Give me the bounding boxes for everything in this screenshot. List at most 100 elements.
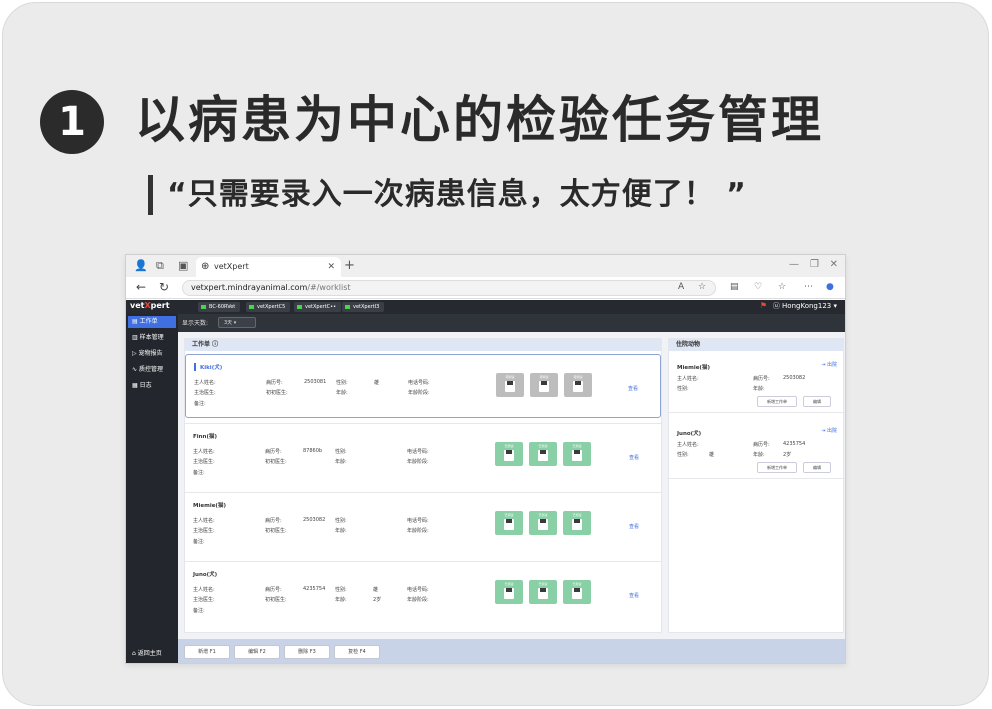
- sample-tube-card[interactable]: 已测试: [495, 580, 523, 604]
- age-stage-label: 年龄阶段:: [407, 597, 429, 603]
- inpatient-card[interactable]: Juno(犬) ⇥ 出院 主人姓名: 性别: 雄 病历号: 4235754 年龄: 2岁 新增工作…: [669, 421, 843, 479]
- vet-label: 主治医生:: [193, 528, 215, 534]
- device-tab-1[interactable]: vetXpertC5: [246, 302, 291, 312]
- sample-tube-card[interactable]: 待测试: [530, 373, 558, 397]
- device-tab-2[interactable]: vetXpertC••: [294, 302, 342, 312]
- main-area: 工作单 ⓘ Kiki(犬) 主人姓名: 主治医生: 备注: 病历号: 2503081 初初医…: [178, 332, 845, 639]
- sidebar-item-samples[interactable]: ▥ 样本管理: [128, 332, 176, 344]
- owner-label: 主人姓名:: [193, 518, 215, 524]
- age-label: 年龄:: [335, 597, 347, 603]
- age-value: 2岁: [373, 597, 382, 603]
- delete-button[interactable]: 删除 F3: [284, 645, 330, 659]
- add-button[interactable]: 新增 F1: [184, 645, 230, 659]
- record-value: 2503082: [303, 517, 326, 523]
- edit-inpatient-button[interactable]: 编辑: [803, 396, 831, 407]
- close-tab-icon[interactable]: ✕: [327, 257, 335, 277]
- note-label: 备注:: [193, 539, 205, 545]
- favorite-star-icon[interactable]: ☆: [698, 282, 706, 292]
- refresh-icon[interactable]: ↻: [159, 280, 169, 294]
- age-label: 年龄:: [753, 386, 765, 392]
- tab-actions-icon[interactable]: ▣: [178, 259, 188, 273]
- sidebar-item-worklist[interactable]: ▤ 工作单: [128, 316, 176, 328]
- url-host: vetxpert.mindrayanimal.com: [191, 283, 308, 292]
- minimize-icon[interactable]: —: [789, 259, 799, 270]
- gender-label: 性别:: [677, 386, 689, 392]
- inpatient-card[interactable]: Miemie(猫) ⇥ 出院 主人姓名: 性别: 病历号: 2503082 年龄: 新增工作单…: [669, 355, 843, 413]
- doctor-label: 初初医生:: [265, 459, 287, 465]
- doctor-label: 初初医生:: [266, 390, 288, 396]
- restore-icon[interactable]: ❐: [810, 259, 819, 270]
- new-worklist-button[interactable]: 新增工作单: [757, 462, 797, 473]
- record-label: 病历号:: [753, 376, 770, 382]
- sample-tube-card[interactable]: 待测试: [564, 373, 592, 397]
- browser-window: 👤 ⧉ ▣ ⊕ vetXpert ✕ + — ❐ ✕ ← ↻ vetxpert.…: [125, 254, 846, 664]
- record-value: 2503081: [304, 379, 327, 385]
- new-tab-icon[interactable]: +: [344, 258, 355, 273]
- sample-tube-card[interactable]: 待测试: [496, 373, 524, 397]
- home-button[interactable]: ⌂ 返回主页: [132, 648, 162, 657]
- sample-tube-card[interactable]: 已测试: [495, 511, 523, 535]
- copilot-icon[interactable]: ●: [826, 282, 834, 292]
- view-link[interactable]: 查看: [629, 454, 639, 461]
- favorites-icon[interactable]: ☆: [778, 282, 786, 292]
- edit-inpatient-button[interactable]: 编辑: [803, 462, 831, 473]
- inpatient-panel: 住院动物 Miemie(猫) ⇥ 出院 主人姓名: 性别: 病历号: 2503082 年龄:…: [668, 338, 844, 633]
- sample-tube-card[interactable]: 已测试: [529, 442, 557, 466]
- view-link[interactable]: 查看: [629, 523, 639, 530]
- profile-icon[interactable]: 👤: [134, 259, 148, 273]
- note-label: 备注:: [194, 401, 206, 407]
- sample-tube-card[interactable]: 已测试: [495, 442, 523, 466]
- sidebar-item-log[interactable]: ▦ 日志: [128, 380, 176, 392]
- close-window-icon[interactable]: ✕: [830, 259, 838, 270]
- sidebar-item-qc[interactable]: ∿ 质控管理: [128, 364, 176, 376]
- workspaces-icon[interactable]: ⧉: [156, 259, 164, 273]
- sidebar: ▤ 工作单 ▥ 样本管理 ▷ 宠物报告 ∿ 质控管理 ▦ 日志 ⌂ 返回主页: [126, 314, 178, 663]
- record-label: 病历号:: [265, 518, 282, 524]
- read-aloud-icon[interactable]: A: [678, 282, 684, 292]
- gender-label: 性别:: [336, 380, 348, 386]
- view-link[interactable]: 查看: [629, 592, 639, 599]
- sample-tube-card[interactable]: 已测试: [529, 580, 557, 604]
- owner-label: 主人姓名:: [677, 442, 699, 448]
- inpatient-title: 住院动物: [669, 339, 843, 351]
- gender-value: 雄: [373, 587, 379, 593]
- patient-row[interactable]: Finn(猫) 主人姓名: 主治医生: 备注: 病历号: 87860b 初初医生: 性别: 年龄…: [185, 423, 661, 487]
- days-filter-select[interactable]: 3天 ▾: [218, 317, 256, 328]
- patient-name: Juno(犬): [193, 572, 218, 578]
- sample-tube-card[interactable]: 已测试: [563, 511, 591, 535]
- owner-label: 主人姓名:: [677, 376, 699, 382]
- back-icon[interactable]: ←: [136, 280, 146, 294]
- split-screen-icon[interactable]: ▤: [730, 282, 739, 292]
- discharge-button[interactable]: ⇥ 出院: [821, 427, 837, 434]
- view-link[interactable]: 查看: [628, 385, 638, 392]
- vetxpert-logo: vetXpert: [130, 301, 170, 310]
- footer-toolbar: 新增 F1 编辑 F2 删除 F3 复检 F4: [178, 639, 845, 663]
- address-bar[interactable]: vetxpert.mindrayanimal.com/#/worklist: [182, 280, 716, 296]
- browser-essentials-icon[interactable]: ♡: [754, 282, 762, 292]
- doctor-label: 初初医生:: [265, 597, 287, 603]
- discharge-button[interactable]: ⇥ 出院: [821, 361, 837, 368]
- retest-button[interactable]: 复检 F4: [334, 645, 380, 659]
- alert-icon[interactable]: ⚑: [760, 301, 767, 310]
- patient-name: Finn(猫): [193, 434, 218, 440]
- browser-tab[interactable]: ⊕ vetXpert ✕: [196, 257, 341, 277]
- sample-tube-card[interactable]: 已测试: [563, 580, 591, 604]
- device-tab-0[interactable]: BC-60RVet: [198, 302, 241, 312]
- patient-row[interactable]: Miemie(猫) 主人姓名: 主治医生: 备注: 病历号: 2503082 初初医生: 性别…: [185, 492, 661, 556]
- vet-label: 主治医生:: [193, 597, 215, 603]
- sample-tube-card[interactable]: 已测试: [529, 511, 557, 535]
- record-label: 病历号:: [265, 587, 282, 593]
- patient-row[interactable]: Kiki(犬) 主人姓名: 主治医生: 备注: 病历号: 2503081 初初医生: 性别: 雄…: [185, 354, 661, 418]
- device-tab-3[interactable]: vetXpertI3: [342, 302, 385, 312]
- step-number-badge: 1: [40, 90, 104, 154]
- new-worklist-button[interactable]: 新增工作单: [757, 396, 797, 407]
- patient-row[interactable]: Juno(犬) 主人姓名: 主治医生: 备注: 病历号: 4235754 初初医生: 性别: 雄…: [185, 561, 661, 625]
- sample-tube-card[interactable]: 已测试: [563, 442, 591, 466]
- edit-button[interactable]: 编辑 F2: [234, 645, 280, 659]
- note-label: 备注:: [193, 608, 205, 614]
- more-icon[interactable]: ⋯: [804, 282, 813, 292]
- quote-text: “只需要录入一次病患信息，太方便了！ ”: [167, 177, 747, 212]
- gender-label: 性别:: [335, 518, 347, 524]
- sidebar-item-pet-report[interactable]: ▷ 宠物报告: [128, 348, 176, 360]
- user-menu[interactable]: ⓤ HongKong123 ▾: [773, 301, 837, 311]
